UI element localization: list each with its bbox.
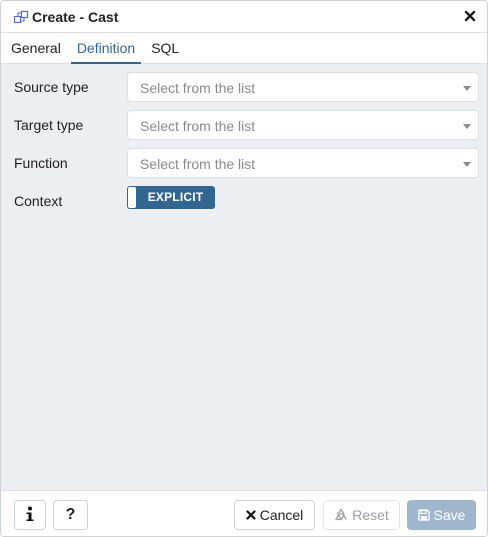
function-label: Function [14,155,68,171]
close-icon [246,510,256,520]
context-toggle[interactable]: EXPLICIT [127,186,215,209]
target-type-placeholder: Select from the list [140,118,256,134]
source-type-select[interactable]: Select from the list [127,72,479,102]
recycle-icon [334,508,348,522]
save-label: Save [433,507,466,523]
dialog-footer: ? Cancel Reset Save [1,490,487,536]
create-cast-dialog: Create - Cast General Definition SQL Sou… [0,0,488,537]
cancel-label: Cancel [259,507,304,523]
cancel-button[interactable]: Cancel [234,500,315,530]
context-label: Context [14,193,63,209]
tab-definition[interactable]: Definition [70,33,142,64]
chevron-down-icon [463,86,471,91]
context-toggle-value: EXPLICIT [147,190,204,204]
reset-button[interactable]: Reset [323,500,400,530]
tab-bar: General Definition SQL [1,33,487,64]
toggle-knob [128,187,136,208]
dialog-title: Create - Cast [32,8,119,25]
source-type-row: Source type Select from the list [1,72,487,102]
target-type-label: Target type [14,117,84,133]
save-button[interactable]: Save [407,500,476,530]
target-type-select[interactable]: Select from the list [127,110,479,140]
source-type-placeholder: Select from the list [140,80,256,96]
source-type-label: Source type [14,79,89,95]
close-icon[interactable] [463,9,477,23]
target-type-row: Target type Select from the list [1,110,487,140]
help-icon: ? [65,506,76,523]
info-button[interactable] [14,500,46,530]
tab-sql[interactable]: SQL [145,33,185,63]
dialog-titlebar: Create - Cast [1,1,487,33]
reset-label: Reset [352,507,389,523]
function-select[interactable]: Select from the list [127,148,479,178]
chevron-down-icon [463,124,471,129]
cast-icon [13,9,29,25]
chevron-down-icon [463,162,471,167]
help-button[interactable]: ? [53,500,88,530]
function-placeholder: Select from the list [140,156,256,172]
definition-panel: Source type Select from the list Target … [1,64,487,490]
context-row: Context EXPLICIT [1,185,487,215]
info-icon [25,506,35,525]
save-icon [417,509,430,521]
tab-general[interactable]: General [5,33,67,63]
function-row: Function Select from the list [1,148,487,178]
